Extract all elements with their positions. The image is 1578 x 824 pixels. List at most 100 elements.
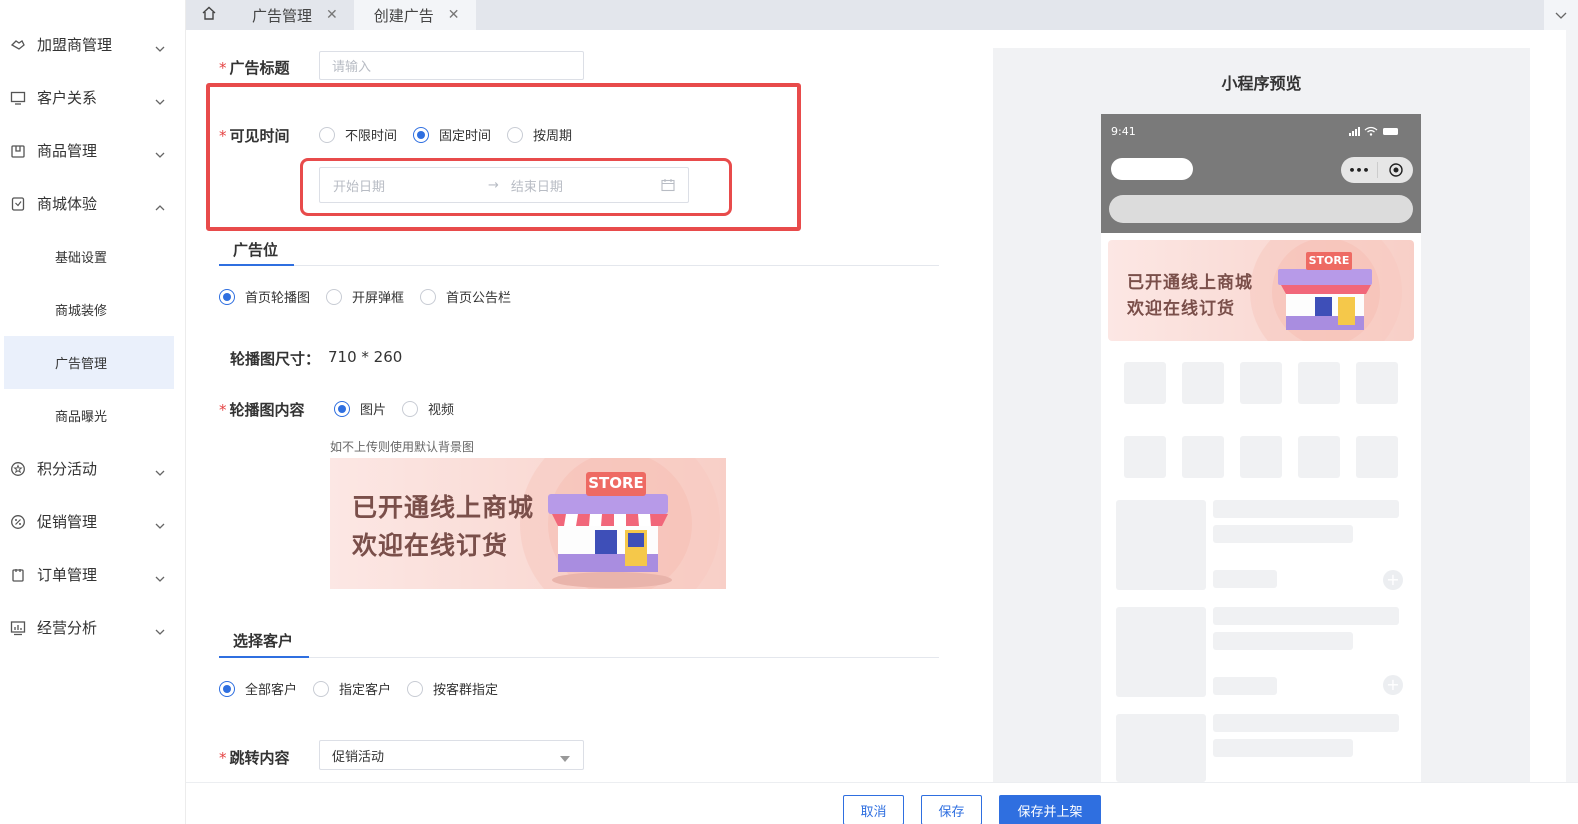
radio-label: 按周期 [533,129,573,144]
chevron-down-icon [155,146,165,158]
sidebar-item-analytics[interactable]: 经营分析 [0,601,185,654]
end-date-input[interactable]: 结束日期 [511,176,661,195]
close-icon[interactable]: ✕ [448,7,460,23]
radio-label: 不限时间 [345,129,398,144]
tabs-dropdown-button[interactable] [1544,0,1578,30]
radio-label: 开屏弹框 [352,291,405,306]
status-bar-icons [1349,126,1398,136]
tab-create-ad[interactable]: 创建广告 ✕ [353,0,476,30]
preview-banner-line1: 已开通线上商城 [1127,273,1253,293]
close-icon[interactable]: ✕ [326,7,338,23]
sidebar-item-label: 加盟商管理 [37,36,113,54]
skeleton-icon [1298,362,1340,404]
chevron-down-icon [1555,6,1567,25]
skeleton-icon [1124,436,1166,478]
jump-content-label: * 跳转内容 [219,749,290,767]
customer-radio-group: 全部客户 指定客户 按客群指定 [219,679,514,698]
section-divider [219,657,939,658]
skeleton-icon [1182,436,1224,478]
radio-dot [407,680,424,697]
save-button[interactable]: 保存 [921,795,982,824]
tab-label: 创建广告 [373,6,434,25]
radio-by-customer-group[interactable]: 按客群指定 [407,679,498,698]
add-circle-icon: + [1383,570,1403,590]
jump-content-select[interactable]: 促销活动 [319,740,584,770]
home-tab[interactable] [186,0,232,30]
tab-ad-management[interactable]: 广告管理 ✕ [232,0,354,30]
sidebar-subitem-mall-decoration[interactable]: 商城装修 [0,283,185,336]
cancel-button[interactable]: 取消 [843,795,904,824]
skeleton-icon [1356,436,1398,478]
save-and-publish-button[interactable]: 保存并上架 [999,795,1101,824]
close-miniprogram-icon [1378,163,1413,177]
preview-title: 小程序预览 [1221,74,1302,93]
calendar-icon[interactable] [661,178,675,192]
radio-dot [319,126,335,143]
radio-home-notice-bar[interactable]: 首页公告栏 [420,287,511,306]
mini-program-preview-panel: 小程序预览 9:41 ••• STORE 已开通线上商城 欢迎在线订货 + + [993,48,1530,782]
sidebar-item-label: 经营分析 [37,619,98,637]
phone-search-bar [1109,195,1413,223]
date-range-picker[interactable]: 开始日期 → 结束日期 [319,167,689,203]
phone-header: 9:41 ••• [1101,114,1421,233]
start-date-input[interactable]: 开始日期 [333,176,488,195]
section-divider [219,265,939,266]
bottom-action-bar: 取消 保存 保存并上架 [186,782,1578,824]
status-bar-time: 9:41 [1111,125,1136,138]
sidebar-subitem-ad-management[interactable]: 广告管理 [4,336,174,389]
chevron-down-icon [155,570,165,582]
tab-bar: 广告管理 ✕ 创建广告 ✕ [186,0,1578,30]
radio-unlimited-time[interactable]: 不限时间 [319,125,397,144]
order-icon [10,567,26,583]
skeleton-line [1213,570,1277,588]
sidebar-subitem-basic-settings[interactable]: 基础设置 [0,230,185,283]
radio-splash-popup[interactable]: 开屏弹框 [326,287,404,306]
chart-icon [10,620,26,636]
radio-all-customers[interactable]: 全部客户 [219,679,297,698]
radio-by-period[interactable]: 按周期 [507,125,572,144]
scrollbar-track[interactable] [1566,30,1578,782]
radio-specific-customers[interactable]: 指定客户 [313,679,391,698]
store-sign: STORE [588,474,644,492]
radio-label: 全部客户 [245,683,298,698]
skeleton-product-image [1116,607,1206,697]
chevron-up-icon [155,199,165,210]
radio-video[interactable]: 视频 [402,399,454,418]
upload-hint: 如不上传则使用默认背景图 [330,440,475,454]
star-badge-icon [10,461,26,477]
preview-banner-line2: 欢迎在线订货 [1127,299,1235,319]
skeleton-line [1213,739,1353,757]
radio-home-carousel[interactable]: 首页轮播图 [219,287,310,306]
ad-title-input[interactable]: 请输入 [319,51,584,80]
skeleton-line [1213,714,1399,732]
skeleton-icon [1298,436,1340,478]
radio-label: 按客群指定 [433,683,499,698]
percent-icon [10,514,26,530]
section-underline [219,264,294,266]
radio-dot-selected [219,288,235,305]
carousel-size-value: 710 * 260 [328,348,403,366]
sidebar-subitem-product-exposure[interactable]: 商品曝光 [0,389,185,442]
radio-image[interactable]: 图片 [334,399,386,418]
ad-title-label: * 广告标题 [219,59,290,77]
ad-position-section-title: 广告位 [233,241,279,259]
carousel-size-label: 轮播图尺寸： [230,350,321,368]
carousel-image-upload[interactable]: STORE 已开通线上商城 欢迎在线订货 [330,458,726,589]
sidebar-item-franchisee[interactable]: 加盟商管理 [0,18,185,71]
sidebar-item-promotions[interactable]: 促销管理 [0,495,185,548]
sidebar-item-mall-experience[interactable]: 商城体验 [0,177,185,230]
sidebar-item-customer-relations[interactable]: 客户关系 [0,71,185,124]
skeleton-line [1213,632,1353,650]
radio-label: 固定时间 [439,129,492,144]
sidebar-item-products[interactable]: 商品管理 [0,124,185,177]
sidebar: 加盟商管理 客户关系 商品管理 商城体验 基础设置 商城装修 广告管理 商品曝光… [0,0,186,824]
app-root: 加盟商管理 客户关系 商品管理 商城体验 基础设置 商城装修 广告管理 商品曝光… [0,0,1578,824]
radio-dot [326,288,343,305]
sidebar-item-points-activity[interactable]: 积分活动 [0,442,185,495]
radio-fixed-time[interactable]: 固定时间 [413,125,491,144]
chevron-down-icon [155,40,165,52]
radio-label: 指定客户 [339,683,392,698]
chevron-down-icon [155,93,165,105]
phone-preview: 9:41 ••• STORE 已开通线上商城 欢迎在线订货 + + [1101,114,1421,782]
sidebar-item-orders[interactable]: 订单管理 [0,548,185,601]
